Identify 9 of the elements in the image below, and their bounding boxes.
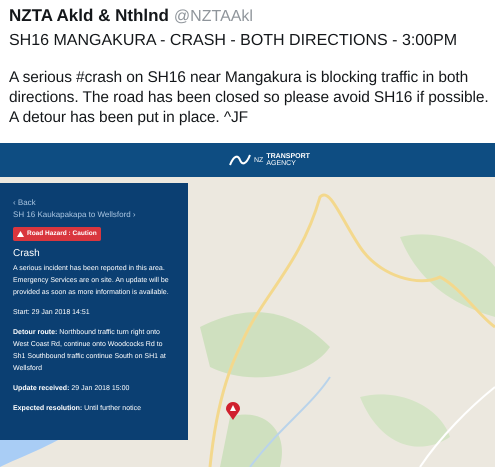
breadcrumb-link[interactable]: SH 16 Kaukapakapa to Wellsford › [13,209,175,221]
warning-icon [17,231,24,237]
back-link[interactable]: ‹ Back [13,197,175,209]
map-pin-icon [226,402,240,420]
author-name[interactable]: NZTA Akld & Nthlnd [9,5,169,27]
incident-title: Crash [13,247,41,261]
tweet-text: A serious #crash on SH16 near Mangakura is blocking traffic in both directions. The road has been closed so please avoid SH16 if possible. A detour has been put in place. ^JF [9,68,490,128]
tweet-headline: SH16 MANGAKURA - CRASH - BOTH DIRECTIONS - 3:00PM [9,31,458,51]
logo-icon [229,152,251,168]
